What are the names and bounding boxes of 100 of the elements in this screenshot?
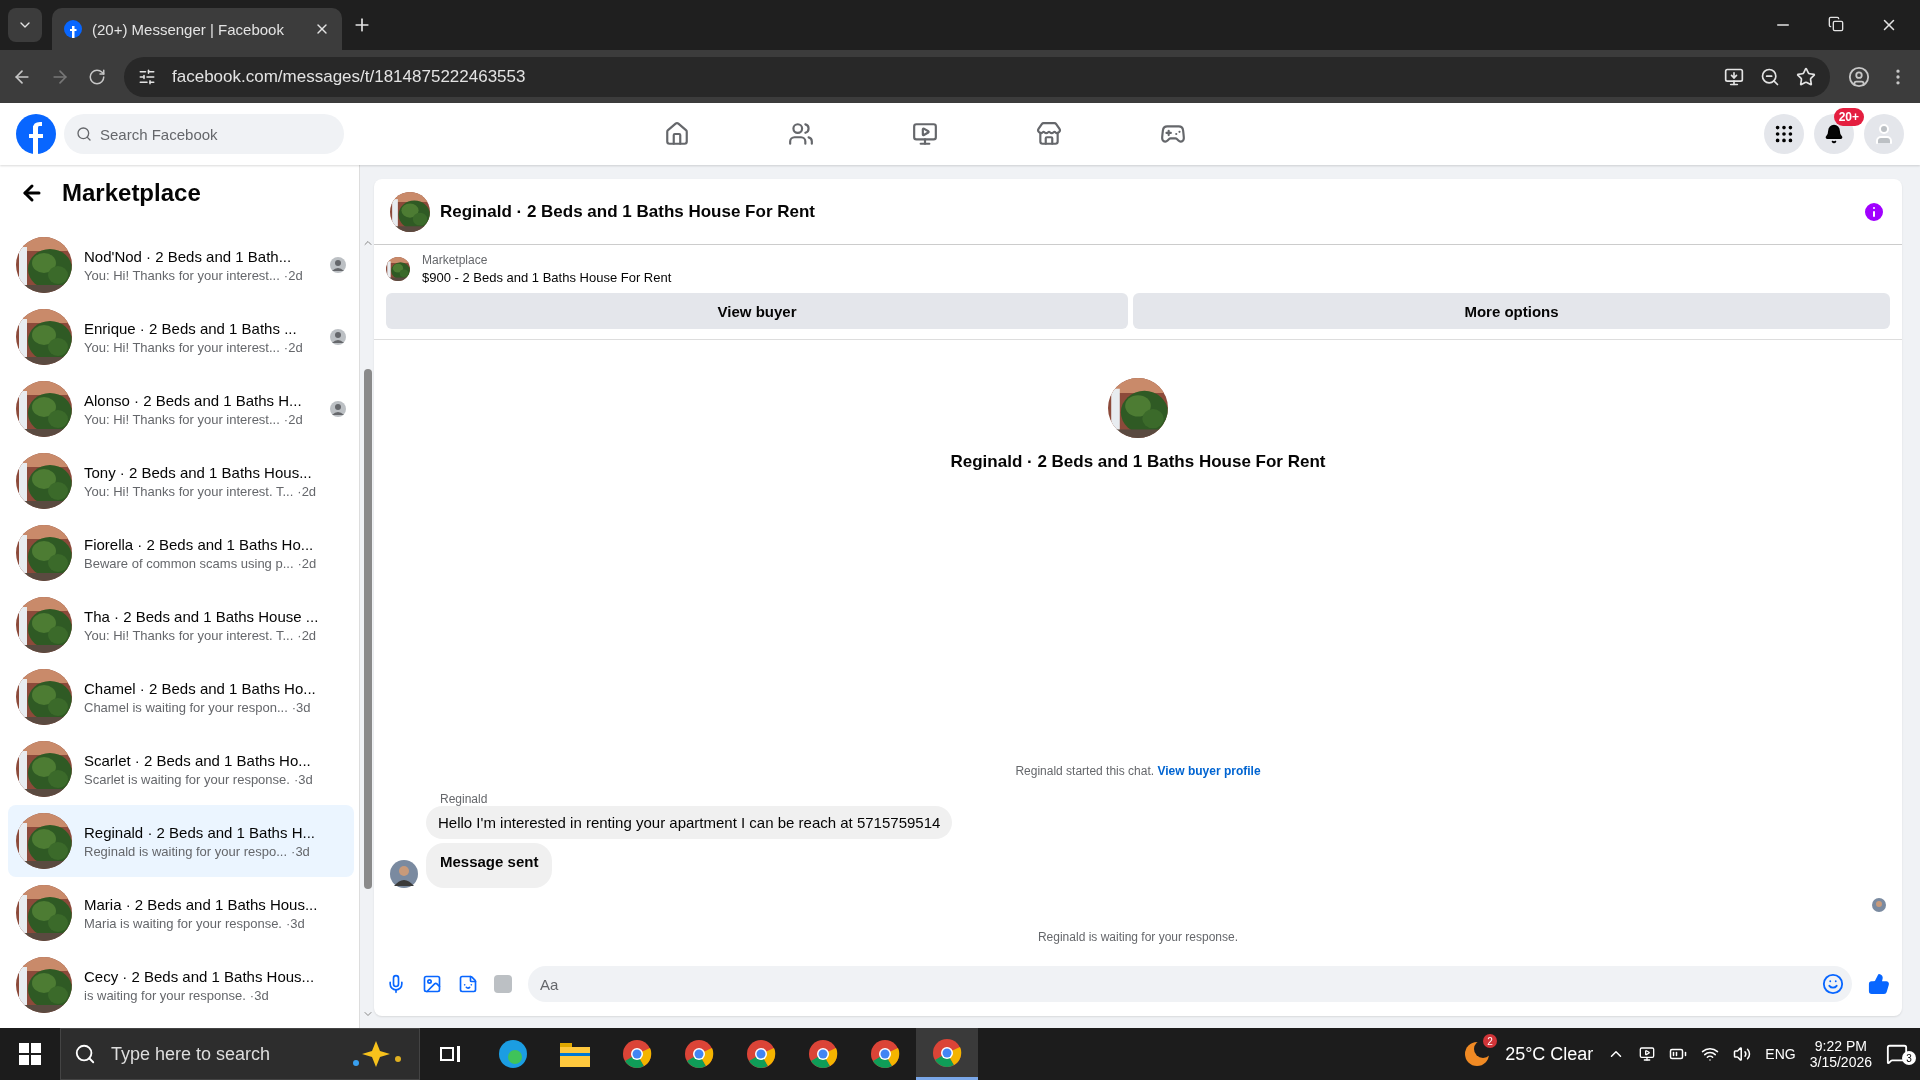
- edge-icon: [498, 1039, 528, 1069]
- chat-title: Reginald · 2 Beds and 1 Baths House For Rent: [440, 201, 816, 222]
- message-time: ·3d: [293, 771, 313, 787]
- conversation-title: Scarlet · 2 Beds and 1 Baths Ho...: [84, 751, 312, 769]
- sticker-icon[interactable]: [458, 974, 478, 994]
- message-time: ·2d: [297, 555, 317, 571]
- facebook-icon: [64, 20, 82, 38]
- message-input[interactable]: Aa: [528, 966, 1852, 1002]
- clock-date[interactable]: 3/15/2026: [1809, 1054, 1872, 1070]
- chrome-icon: [746, 1039, 776, 1069]
- chrome-icon: [870, 1039, 900, 1069]
- message-time: ·3d: [249, 987, 269, 1003]
- message-time: ·2d: [283, 339, 303, 355]
- taskbar-app[interactable]: [916, 1028, 978, 1080]
- search-field[interactable]: Search Facebook: [64, 114, 344, 154]
- action-button[interactable]: View buyer: [386, 293, 1129, 329]
- wifi-icon[interactable]: [1701, 1045, 1720, 1063]
- conversation-title: Reginald · 2 Beds and 1 Baths H...: [84, 823, 316, 841]
- menu-button[interactable]: [1764, 114, 1804, 154]
- taskbar-search-field[interactable]: Type here to search: [60, 1028, 420, 1080]
- message-time: ·3d: [291, 699, 311, 715]
- profile-icon[interactable]: [1848, 65, 1870, 88]
- reload-icon[interactable]: [88, 67, 106, 86]
- message-preview: is waiting for your response.: [84, 987, 246, 1003]
- conversation-title: Enrique · 2 Beds and 1 Baths ...: [84, 319, 298, 337]
- conversation-title: Chamel · 2 Beds and 1 Baths Ho...: [84, 679, 317, 697]
- action-button[interactable]: More options: [1133, 293, 1890, 329]
- conversation-item[interactable]: Alonso · 2 Beds and 1 Baths H... You: Hi! Thanks for your interest... ·2d: [8, 373, 355, 445]
- browser-tab[interactable]: (20+) Messenger | Facebook: [52, 8, 342, 50]
- chrome-icon: [622, 1039, 652, 1069]
- conversation-item[interactable]: Enrique · 2 Beds and 1 Baths ... You: Hi! Thanks for your interest... ·2d: [8, 301, 355, 373]
- site-settings-icon[interactable]: [138, 67, 156, 86]
- tab-list-button[interactable]: [8, 8, 42, 42]
- conversation-item[interactable]: Fiorella · 2 Beds and 1 Baths Ho... Beware of common scams using p... ·2d: [8, 517, 355, 589]
- message-bubble: Hello I'm interested in renting your apartment I can be reach at 5715759514: [426, 806, 953, 839]
- zoom-out-icon[interactable]: [1760, 66, 1780, 87]
- message-time: ·3d: [286, 915, 305, 931]
- message-preview: Reginald is waiting for your respo...: [84, 843, 288, 859]
- conversation-item[interactable]: Reginald · 2 Beds and 1 Baths H... Reginald is waiting for your respo... ·3d: [8, 805, 355, 877]
- bell-icon: [1824, 124, 1844, 144]
- conversation-item[interactable]: Scarlet · 2 Beds and 1 Baths Ho... Scarlet is waiting for your response. ·3d: [8, 733, 355, 805]
- address-bar[interactable]: facebook.com/messages/t/1814875222463553: [124, 56, 1830, 97]
- conversation-item[interactable]: Tony · 2 Beds and 1 Baths Hous... You: Hi! Thanks for your interest. T... ·2d: [8, 445, 355, 517]
- notification-badge: 20+: [1833, 108, 1864, 126]
- home-icon[interactable]: [664, 121, 690, 147]
- conversation-item[interactable]: Tha · 2 Beds and 1 Baths House ... You: Hi! Thanks for your interest. T... ·2d: [8, 589, 355, 661]
- thumbs-up-icon[interactable]: [1868, 973, 1890, 995]
- message-time: ·2d: [297, 483, 317, 499]
- message-preview: You: Hi! Thanks for your interest...: [84, 267, 280, 283]
- message-preview: Beware of common scams using p...: [84, 555, 294, 571]
- chrome-icon: [932, 1037, 962, 1068]
- listing-label: Marketplace: [422, 253, 489, 267]
- weather-badge: 2: [1483, 1034, 1498, 1048]
- conversation-item[interactable]: Nod'Nod · 2 Beds and 1 Bath... You: Hi! Thanks for your interest... ·2d: [8, 229, 355, 301]
- store-icon[interactable]: [1036, 121, 1062, 147]
- message-time: ·3d: [291, 843, 310, 859]
- friends-icon[interactable]: [788, 121, 814, 147]
- language-indicator[interactable]: ENG: [1765, 1046, 1796, 1062]
- sender-name: Reginald: [440, 792, 489, 806]
- folder-icon: [560, 1041, 590, 1067]
- image-icon[interactable]: [422, 974, 442, 994]
- listing-title: $900 - 2 Beds and 1 Baths House For Rent: [422, 270, 672, 285]
- profile-title: Reginald · 2 Beds and 1 Baths House For Rent: [950, 452, 1326, 472]
- install-icon[interactable]: [1724, 66, 1744, 87]
- message-preview: Maria is waiting for your response.: [84, 915, 282, 931]
- conversation-item[interactable]: Chamel · 2 Beds and 1 Baths Ho... Chamel is waiting for your respon... ·3d: [8, 661, 355, 733]
- conversation-item[interactable]: Cecy · 2 Beds and 1 Baths Hous... is waiting for your response. ·3d: [8, 949, 355, 1021]
- message-preview: You: Hi! Thanks for your interest. T...: [84, 483, 294, 499]
- conversation-title: Cecy · 2 Beds and 1 Baths Hous...: [84, 967, 316, 985]
- conversation-item[interactable]: Maria · 2 Beds and 1 Baths Hous... Maria is waiting for your response. ·3d: [8, 877, 355, 949]
- task-view-icon: [440, 1044, 462, 1064]
- notification-center-icon[interactable]: [1886, 1043, 1908, 1065]
- chat-notice: Reginald started this chat. View buyer profile: [1014, 764, 1262, 778]
- message-time: ·2d: [283, 411, 303, 427]
- waiting-status: Reginald is waiting for your response.: [1036, 930, 1240, 944]
- microphone-icon[interactable]: [386, 974, 406, 994]
- read-receipt-icon: [1872, 898, 1886, 912]
- clock-time[interactable]: 9:22 PM: [1814, 1038, 1867, 1054]
- message-preview: Chamel is waiting for your respon...: [84, 699, 288, 715]
- message-preview: You: Hi! Thanks for your interest. T...: [84, 627, 294, 643]
- sender-avatar-icon: [390, 860, 418, 888]
- bookmark-star-icon[interactable]: [1796, 66, 1816, 87]
- buyer-profile-link[interactable]: View buyer profile: [1157, 764, 1261, 778]
- volume-icon[interactable]: [1733, 1045, 1752, 1063]
- restore-icon[interactable]: [1828, 16, 1844, 32]
- conversation-title: Tha · 2 Beds and 1 Baths House ...: [84, 607, 319, 625]
- grid-icon: [1773, 123, 1795, 145]
- facebook-logo[interactable]: [16, 114, 56, 154]
- message-time: ·2d: [283, 267, 303, 283]
- weather-text[interactable]: 25°C Clear: [1505, 1043, 1594, 1065]
- chrome-icon: [808, 1039, 838, 1069]
- sidebar-title: Marketplace: [62, 179, 201, 207]
- message-time: ·2d: [297, 627, 317, 643]
- video-icon[interactable]: [912, 121, 938, 147]
- message-preview: You: Hi! Thanks for your interest...: [84, 411, 280, 427]
- message-bubble: Message sent: [426, 843, 553, 888]
- emoji-icon[interactable]: [1822, 973, 1844, 995]
- chrome-icon: [684, 1039, 714, 1069]
- notification-count: 3: [1902, 1051, 1916, 1065]
- conversation-title: Fiorella · 2 Beds and 1 Baths Ho...: [84, 535, 315, 553]
